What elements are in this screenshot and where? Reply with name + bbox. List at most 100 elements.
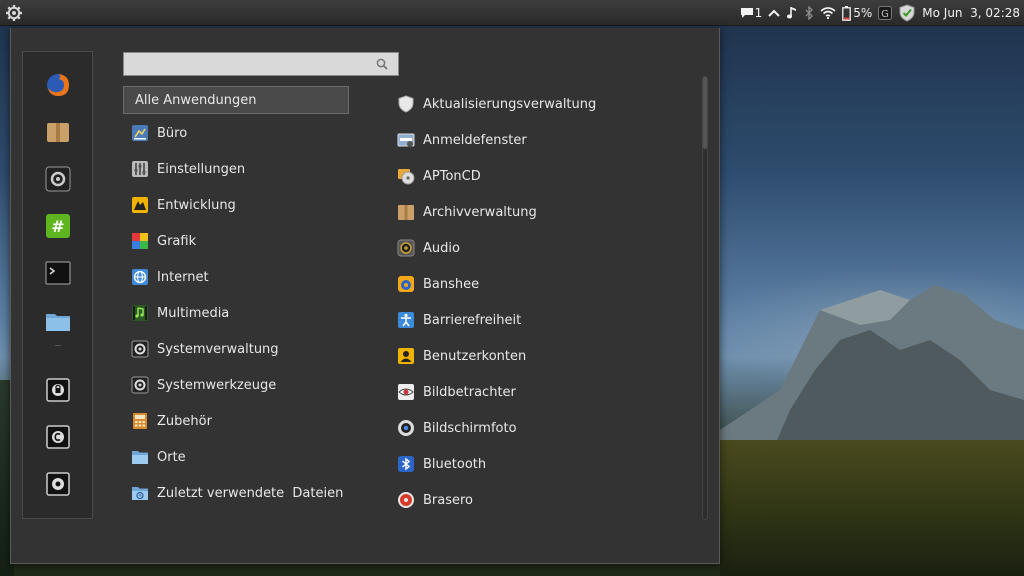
category-label: Zuletzt verwendete Dateien [157,485,344,501]
terminal-icon [45,261,71,285]
category-label: Einstellungen [157,161,246,177]
accessories-icon [133,413,147,429]
category-multimedia[interactable]: Multimedia [123,299,349,327]
files-icon [46,314,70,331]
wifi-indicator[interactable] [820,0,836,26]
top-panel: 1 5% G Mo Jun 3, 02:28 [0,0,1024,26]
app-label: Archivverwaltung [423,204,537,220]
category-development[interactable]: Entwicklung [123,191,349,219]
bluetooth-icon [398,456,414,472]
app-label: Banshee [423,276,480,292]
category-accessories[interactable]: Zubehör [123,407,349,435]
category-recent-files[interactable]: Zuletzt verwendete Dateien [123,479,349,507]
system-tray: 1 5% G Mo Jun 3, 02:28 [740,0,1024,26]
firefox-icon [47,74,69,96]
app-label: Brasero [423,492,474,508]
brasero-icon [398,492,414,508]
app-user-accounts[interactable]: Benutzerkonten [395,341,695,371]
app-accessibility[interactable]: Barrierefreiheit [395,305,695,335]
category-label: Büro [157,125,188,141]
search-input[interactable] [130,56,360,72]
category-settings[interactable]: Einstellungen [123,155,349,183]
image-viewer-icon [398,384,414,400]
user-accounts-icon [398,348,414,364]
music-note-icon [787,7,797,19]
svg-text:G: G [881,9,889,20]
tray-expand[interactable] [768,0,780,26]
battery-icon [842,5,852,21]
category-system-admin[interactable]: Systemverwaltung [123,335,349,363]
menu-button[interactable] [0,0,28,26]
chat-bubble-icon [740,8,753,18]
app-archive-manager[interactable]: Archivverwaltung [395,197,695,227]
favorite-terminal[interactable] [45,260,71,286]
update-indicator[interactable] [898,0,916,26]
category-label: Alle Anwendungen [135,92,257,108]
category-internet[interactable]: Internet [123,263,349,291]
app-brasero[interactable]: Brasero [395,485,695,515]
category-label: Zubehör [157,413,212,429]
app-bluetooth[interactable]: Bluetooth [395,449,695,479]
bluetooth-tray-icon [805,6,814,20]
app-login-window[interactable]: Anmeldefenster [395,125,695,155]
notification-count: 1 [754,6,763,20]
app-banshee[interactable]: Banshee [395,269,695,299]
favorite-files[interactable] [45,308,71,334]
bluetooth-indicator[interactable] [804,0,814,26]
favorite-hexchat[interactable]: # [45,213,71,239]
screenshot-icon [398,420,414,436]
banshee-icon [398,276,414,292]
aptoncd-icon [398,169,415,185]
favorites-sidebar: # [22,51,93,519]
app-screenshot[interactable]: Bildschirmfoto [395,413,695,443]
search-box[interactable] [123,52,399,76]
favorite-shutdown[interactable] [45,471,71,497]
system-tools-icon [131,376,149,394]
app-audio[interactable]: Audio [395,233,695,263]
lock-screen-icon [46,378,70,402]
category-all-applications[interactable]: Alle Anwendungen [123,86,349,114]
app-label: Bildschirmfoto [423,420,517,436]
category-label: Internet [157,269,209,285]
development-icon [132,197,148,213]
app-image-viewer[interactable]: Bildbetrachter [395,377,695,407]
folder-icon [132,451,148,464]
wifi-icon [820,7,836,19]
svg-text:#: # [51,217,64,236]
favorite-lock-screen[interactable] [45,377,71,403]
favorite-logout[interactable] [45,424,71,450]
favorite-package[interactable] [45,119,71,145]
keyboard-indicator[interactable]: G [878,0,893,26]
favorite-firefox[interactable] [45,72,71,98]
app-label: Aktualisierungsverwaltung [423,96,597,112]
category-office[interactable]: Büro [123,119,349,147]
update-shield-icon [398,95,414,113]
favorites-separator [45,342,71,348]
settings-icon [132,161,148,177]
category-label: Grafik [157,233,197,249]
login-window-icon [397,133,415,147]
sound-indicator[interactable] [786,0,798,26]
office-icon [132,125,148,141]
app-list-scrollbar[interactable] [702,76,708,520]
system-admin-icon [131,340,149,358]
app-aptoncd[interactable]: APTonCD [395,161,695,191]
accessibility-icon [398,312,414,328]
notifications[interactable]: 1 [740,0,763,26]
shield-check-icon [899,4,915,22]
favorite-system-settings[interactable] [45,166,71,192]
app-update-manager[interactable]: Aktualisierungsverwaltung [395,89,695,119]
recent-files-icon [132,487,148,500]
system-settings-icon [45,166,71,192]
clock[interactable]: Mo Jun 3, 02:28 [922,0,1020,26]
category-label: Systemverwaltung [157,341,279,357]
internet-icon [132,269,148,285]
category-system-tools[interactable]: Systemwerkzeuge [123,371,349,399]
battery-percent: 5% [853,6,873,20]
battery-indicator[interactable]: 5% [842,0,872,26]
category-graphics[interactable]: Grafik [123,227,349,255]
application-menu: # Alle Anwendungen Büro Einstellungen En… [10,28,720,564]
scrollbar-thumb[interactable] [703,77,707,149]
category-places[interactable]: Orte [123,443,349,471]
graphics-icon [132,233,148,249]
